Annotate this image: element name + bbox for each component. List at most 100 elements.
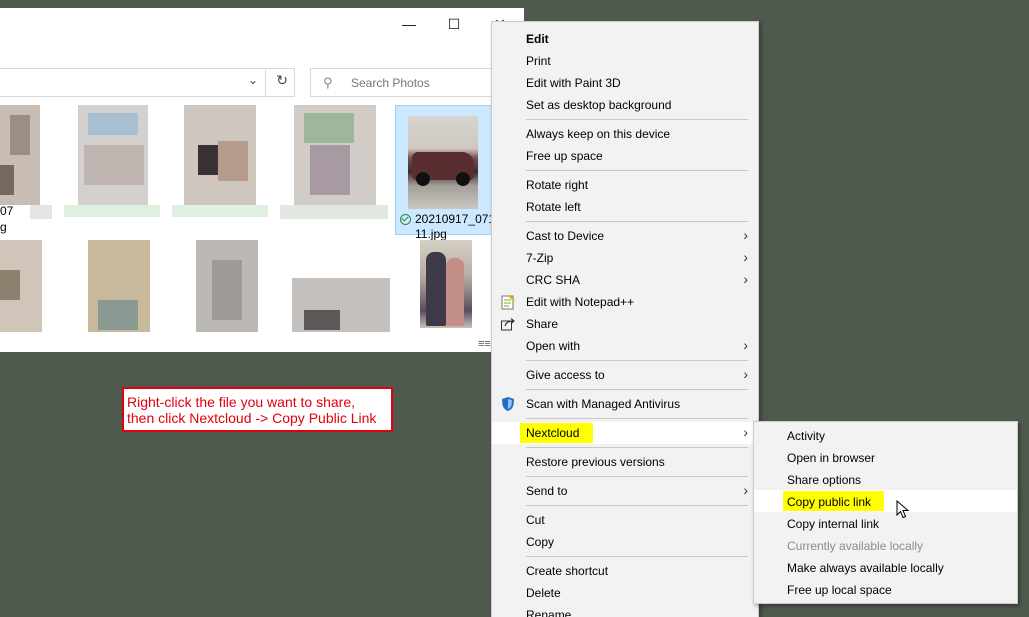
thumbnail-pixelated[interactable] bbox=[64, 105, 160, 220]
menu-item-label: Give access to bbox=[526, 368, 605, 382]
menu-item-edit-paint3d[interactable]: Edit with Paint 3D bbox=[492, 72, 758, 94]
menu-item-cut[interactable]: Cut bbox=[492, 509, 758, 531]
menu-separator bbox=[526, 505, 748, 506]
menu-item-set-desktop-background[interactable]: Set as desktop background bbox=[492, 94, 758, 116]
file-name: 20210917_0710 bbox=[415, 212, 502, 226]
menu-item-rotate-left[interactable]: Rotate left bbox=[492, 196, 758, 218]
submenu-item-label: Free up local space bbox=[787, 583, 892, 597]
submenu-item-make-always-available[interactable]: Make always available locally bbox=[754, 556, 1017, 578]
menu-item-label: Edit bbox=[526, 32, 549, 46]
menu-item-copy[interactable]: Copy bbox=[492, 531, 758, 553]
submenu-item-label: Share options bbox=[787, 473, 862, 487]
file-name-ext: 11.jpg bbox=[415, 227, 447, 241]
sync-check-icon bbox=[400, 214, 411, 225]
callout-line-1: Right-click the file you want to share, bbox=[127, 394, 355, 410]
submenu-item-label: Copy public link bbox=[787, 495, 872, 509]
menu-item-edit-notepadpp[interactable]: Edit with Notepad++ bbox=[492, 291, 758, 313]
submenu-item-free-up-local-space[interactable]: Free up local space bbox=[754, 578, 1017, 600]
menu-item-label: Rotate left bbox=[526, 200, 581, 214]
minimize-button[interactable]: — bbox=[399, 14, 419, 34]
car-thumbnail bbox=[408, 116, 478, 209]
instruction-callout: Right-click the file you want to share, … bbox=[122, 387, 393, 432]
menu-item-rotate-right[interactable]: Rotate right bbox=[492, 174, 758, 196]
maximize-button[interactable]: ☐ bbox=[444, 14, 464, 34]
details-view-icon[interactable]: ≡≡ bbox=[478, 338, 491, 350]
menu-separator bbox=[526, 389, 748, 390]
menu-item-share[interactable]: Share bbox=[492, 313, 758, 335]
thumbnail-pixelated[interactable] bbox=[0, 240, 42, 332]
chevron-right-icon: › bbox=[743, 227, 748, 243]
mouse-cursor-icon bbox=[896, 499, 910, 520]
submenu-item-currently-available: Currently available locally bbox=[754, 534, 1017, 556]
menu-item-label: Rotate right bbox=[526, 178, 589, 192]
menu-item-open-with[interactable]: Open with › bbox=[492, 335, 758, 357]
thumbnail-pixelated[interactable] bbox=[172, 105, 268, 220]
menu-item-free-up-space[interactable]: Free up space bbox=[492, 145, 758, 167]
thumbnail-pixelated[interactable] bbox=[280, 105, 388, 240]
thumbnail-pixelated[interactable] bbox=[292, 278, 390, 332]
chevron-right-icon: › bbox=[743, 271, 748, 287]
menu-item-nextcloud[interactable]: Nextcloud › bbox=[492, 422, 758, 444]
submenu-item-open-in-browser[interactable]: Open in browser bbox=[754, 446, 1017, 468]
chevron-right-icon: › bbox=[743, 424, 748, 440]
thumbnail-pixelated[interactable] bbox=[0, 105, 52, 220]
menu-item-label: Cast to Device bbox=[526, 229, 605, 243]
menu-item-send-to[interactable]: Send to › bbox=[492, 480, 758, 502]
nextcloud-submenu: Activity Open in browser Share options C… bbox=[753, 421, 1018, 604]
menu-separator bbox=[526, 360, 748, 361]
explorer-window: — ☐ ✕ ⌄ ↻ ⚲ Search Photos 07 g bbox=[0, 8, 524, 352]
menu-item-print[interactable]: Print bbox=[492, 50, 758, 72]
refresh-icon[interactable]: ↻ bbox=[276, 72, 288, 89]
menu-item-always-keep[interactable]: Always keep on this device bbox=[492, 123, 758, 145]
menu-item-label: Print bbox=[526, 54, 551, 68]
search-icon: ⚲ bbox=[323, 75, 333, 90]
menu-item-label: Create shortcut bbox=[526, 564, 609, 578]
menu-item-cast-to-device[interactable]: Cast to Device › bbox=[492, 225, 758, 247]
menu-item-7zip[interactable]: 7-Zip › bbox=[492, 247, 758, 269]
menu-item-label: Delete bbox=[526, 586, 561, 600]
menu-item-restore-versions[interactable]: Restore previous versions bbox=[492, 451, 758, 473]
share-icon bbox=[500, 316, 516, 332]
thumbnail-pixelated[interactable] bbox=[88, 240, 150, 332]
menu-item-label: Cut bbox=[526, 513, 545, 527]
menu-item-label: Free up space bbox=[526, 149, 603, 163]
selected-file-item[interactable]: 20210917_0710 11.jpg bbox=[395, 105, 502, 241]
menu-item-give-access[interactable]: Give access to › bbox=[492, 364, 758, 386]
menu-separator bbox=[526, 221, 748, 222]
menu-item-label: Rename bbox=[526, 608, 572, 617]
chevron-down-icon[interactable]: ⌄ bbox=[248, 73, 258, 87]
file-name-fragment: 07 bbox=[0, 204, 14, 218]
submenu-item-label: Activity bbox=[787, 429, 826, 443]
shield-icon bbox=[500, 396, 516, 412]
address-bar[interactable]: ⌄ ↻ bbox=[0, 68, 295, 97]
callout-line-2: then click Nextcloud -> Copy Public Link bbox=[127, 410, 377, 426]
search-input[interactable]: Search Photos bbox=[351, 76, 430, 90]
chevron-right-icon: › bbox=[743, 366, 748, 382]
menu-item-edit[interactable]: Edit bbox=[492, 28, 758, 50]
menu-item-label: Nextcloud bbox=[526, 426, 580, 440]
menu-item-create-shortcut[interactable]: Create shortcut bbox=[492, 560, 758, 582]
submenu-item-copy-internal-link[interactable]: Copy internal link bbox=[754, 512, 1017, 534]
menu-item-label: Copy bbox=[526, 535, 555, 549]
menu-item-label: Send to bbox=[526, 484, 568, 498]
menu-item-label: Scan with Managed Antivirus bbox=[526, 397, 681, 411]
submenu-item-activity[interactable]: Activity bbox=[754, 424, 1017, 446]
menu-item-delete[interactable]: Delete bbox=[492, 582, 758, 604]
menu-item-rename[interactable]: Rename bbox=[492, 604, 758, 617]
submenu-item-label: Currently available locally bbox=[787, 539, 924, 553]
people-thumbnail[interactable] bbox=[420, 240, 472, 328]
menu-item-label: Edit with Paint 3D bbox=[526, 76, 621, 90]
menu-item-label: CRC SHA bbox=[526, 273, 581, 287]
thumbnail-pixelated[interactable] bbox=[196, 240, 258, 332]
menu-separator bbox=[526, 119, 748, 120]
menu-item-label: Open with bbox=[526, 339, 581, 353]
menu-separator bbox=[526, 418, 748, 419]
menu-item-scan-antivirus[interactable]: Scan with Managed Antivirus bbox=[492, 393, 758, 415]
submenu-item-label: Open in browser bbox=[787, 451, 876, 465]
chevron-right-icon: › bbox=[743, 249, 748, 265]
submenu-item-share-options[interactable]: Share options bbox=[754, 468, 1017, 490]
chevron-right-icon: › bbox=[743, 482, 748, 498]
menu-item-crc-sha[interactable]: CRC SHA › bbox=[492, 269, 758, 291]
submenu-item-copy-public-link[interactable]: Copy public link bbox=[754, 490, 1017, 512]
menu-item-label: Always keep on this device bbox=[526, 127, 671, 141]
